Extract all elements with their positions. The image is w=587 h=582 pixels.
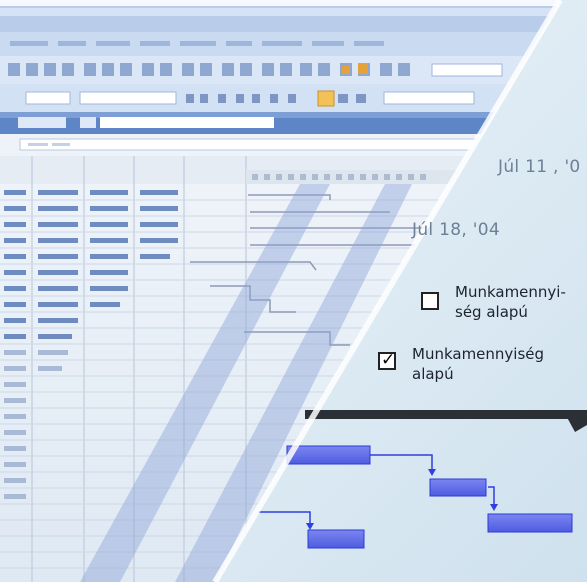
gantt-bar-2	[429, 478, 487, 497]
option-1-label: Munkamennyi- ség alapú	[455, 282, 566, 322]
timeline-date-jul-11: Júl 11 , '0	[498, 157, 581, 177]
option-1-line-2: ség alapú	[455, 303, 528, 321]
timeline-date-jul-18: Júl 18, '04	[412, 220, 500, 240]
gantt-bar-3	[487, 513, 573, 533]
screenshot-stage: Júl 11 , '0 Júl 18, '04 Munkamennyi- ség…	[0, 0, 587, 582]
option-2-line-1: Munkamennyiség	[412, 345, 545, 363]
option-1-line-1: Munkamennyi-	[455, 283, 566, 301]
gantt-bar-1	[286, 445, 371, 465]
checkbox-checked[interactable]: ✓	[378, 350, 396, 370]
option-2-label: Munkamennyiség alapú	[412, 344, 544, 384]
timeline-separator	[305, 410, 587, 419]
checkbox-unchecked[interactable]	[421, 292, 439, 310]
option-2-line-2: alapú	[412, 365, 454, 383]
checkmark-icon: ✓	[381, 350, 396, 370]
gantt-bar-4	[307, 529, 365, 549]
